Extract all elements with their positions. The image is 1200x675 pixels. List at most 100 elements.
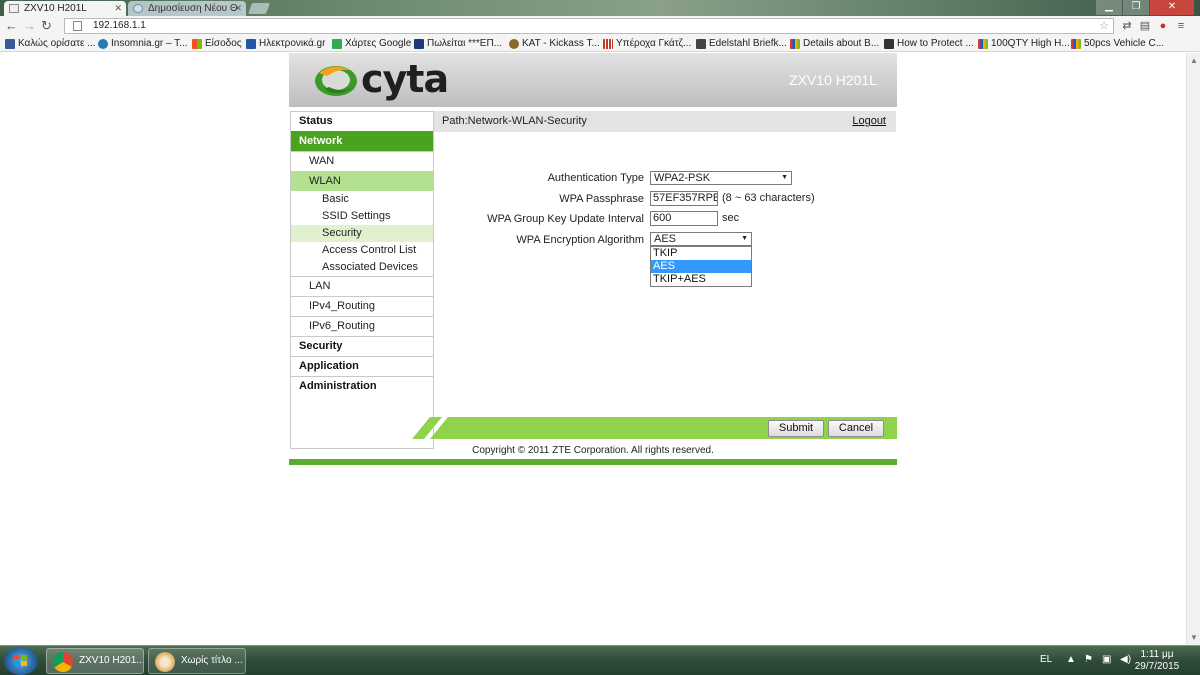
menu-item-status[interactable]: Status [291, 111, 433, 131]
page-scrollbar[interactable]: ▲ ▼ [1186, 53, 1200, 645]
new-tab-button[interactable] [247, 3, 271, 14]
maps-icon [332, 39, 342, 49]
ebay-icon [1071, 39, 1081, 49]
minimize-button[interactable]: ▁ [1096, 0, 1122, 15]
cyta-logo-icon [315, 66, 357, 96]
extension-icon[interactable]: ▤ [1138, 19, 1152, 33]
bookmark-item[interactable]: 50pcs Vehicle C... [1071, 37, 1164, 51]
star-icon[interactable]: ☆ [1099, 19, 1109, 33]
bookmark-item[interactable]: Υπέροχα Γκάτζ... [603, 37, 691, 51]
address-text: 192.168.1.1 [93, 20, 146, 31]
tab-router[interactable]: ZXV10 H201L ✕ [4, 1, 126, 16]
model-name: ZXV10 H201L [789, 72, 877, 88]
translate-icon[interactable]: ⇄ [1120, 19, 1134, 33]
back-arrow-icon[interactable]: ← [5, 18, 18, 34]
scroll-up-icon[interactable]: ▲ [1190, 56, 1198, 65]
submit-button[interactable]: Submit [768, 420, 824, 437]
menu-item-ipv6-routing[interactable]: IPv6_Routing [291, 316, 433, 336]
menu-icon[interactable]: ≡ [1174, 19, 1188, 33]
menu-item-wlan[interactable]: WLAN [291, 171, 433, 191]
group-key-label: WPA Group Key Update Interval [487, 213, 644, 225]
start-button[interactable] [4, 647, 38, 675]
tab-forum-post[interactable]: Δημοσίευση Νέου Θ ✕ [128, 1, 246, 16]
bookmark-item[interactable]: Insomnia.gr – T... [98, 37, 188, 51]
browser-toolbar: ← → ↻ 192.168.1.1 ☆ ⇄ ▤ ● ≡ [0, 16, 1200, 36]
bookmark-item[interactable]: 100QTY High H... [978, 37, 1070, 51]
close-icon[interactable]: ✕ [114, 1, 122, 16]
cyta-logo-text: cyta [361, 57, 449, 101]
network-icon[interactable]: ▣ [1102, 654, 1111, 665]
logout-link[interactable]: Logout [852, 111, 886, 131]
menu-item-network[interactable]: Network [291, 131, 433, 151]
bookmark-item[interactable]: Details about B... [790, 37, 879, 51]
group-key-interval-input[interactable]: 600 [650, 211, 718, 226]
opera-icon[interactable]: ● [1156, 19, 1170, 33]
option-aes[interactable]: AES [651, 260, 751, 273]
show-hidden-icons-icon[interactable]: ▲ [1066, 654, 1076, 665]
insomnia-icon [98, 39, 108, 49]
taskbar-item-paint[interactable]: Χωρίς τίτλο ... [148, 648, 246, 674]
sidebar-menu: Status Network WAN WLAN Basic SSID Setti… [290, 111, 434, 449]
taskbar-item-chrome[interactable]: ZXV10 H201... [46, 648, 144, 674]
action-center-flag-icon[interactable]: ⚑ [1084, 654, 1093, 665]
bookmark-item[interactable]: How to Protect ... [884, 37, 974, 51]
volume-icon[interactable]: ◀) [1120, 654, 1131, 665]
windows-logo-icon [14, 655, 27, 666]
menu-item-ssid-settings[interactable]: SSID Settings [291, 208, 433, 225]
auth-type-select[interactable]: WPA2-PSK ▼ [650, 171, 792, 185]
language-indicator[interactable]: EL [1040, 654, 1052, 665]
menu-item-lan[interactable]: LAN [291, 276, 433, 296]
auth-type-label: Authentication Type [547, 172, 644, 184]
page-icon [73, 21, 82, 31]
windows-taskbar: ZXV10 H201... Χωρίς τίτλο ... EL ▲ ⚑ ▣ ◀… [0, 645, 1200, 675]
chrome-icon [53, 652, 73, 672]
encryption-label: WPA Encryption Algorithm [516, 234, 644, 246]
breadcrumb: Path:Network-WLAN-Security Logout [434, 111, 896, 132]
close-icon[interactable]: ✕ [234, 1, 242, 16]
menu-item-administration[interactable]: Administration [291, 376, 433, 396]
bookmark-item[interactable]: Είσοδος [192, 37, 242, 51]
ebay-icon [790, 39, 800, 49]
action-bar: Submit Cancel [412, 417, 897, 439]
menu-item-wan[interactable]: WAN [291, 151, 433, 171]
menu-item-access-control-list[interactable]: Access Control List [291, 242, 433, 259]
group-key-unit: sec [722, 212, 740, 224]
site-icon [246, 39, 256, 49]
menu-item-application[interactable]: Application [291, 356, 433, 376]
menu-item-basic[interactable]: Basic [291, 191, 433, 208]
site-icon [696, 39, 706, 49]
copyright-text: Copyright © 2011 ZTE Corporation. All ri… [472, 445, 714, 456]
forward-arrow-icon[interactable]: → [23, 18, 36, 34]
scroll-down-icon[interactable]: ▼ [1190, 633, 1198, 642]
maximize-button[interactable]: ❐ [1123, 0, 1149, 15]
encryption-dropdown-list: TKIP AES TKIP+AES [650, 246, 752, 287]
breadcrumb-text: Path:Network-WLAN-Security [442, 115, 587, 127]
option-tkip[interactable]: TKIP [651, 247, 751, 260]
cancel-button[interactable]: Cancel [828, 420, 884, 437]
facebook-icon [5, 39, 15, 49]
tab-title: Δημοσίευση Νέου Θ [148, 3, 238, 14]
menu-item-wlan-security[interactable]: Security [291, 225, 433, 242]
clock-time: 1:11 μμ [1140, 649, 1174, 660]
option-tkip-aes[interactable]: TKIP+AES [651, 273, 751, 286]
browser-titlebar: ZXV10 H201L ✕ Δημοσίευση Νέου Θ ✕ ▁ ❐ ✕ [0, 0, 1200, 16]
passphrase-input[interactable]: 57EF357RPE3 [650, 191, 718, 206]
encryption-select[interactable]: AES ▼ [650, 232, 752, 246]
ebay-icon [978, 39, 988, 49]
address-bar[interactable]: 192.168.1.1 ☆ [64, 18, 1114, 34]
footer-line [289, 459, 897, 465]
bookmark-item[interactable]: Πωλείται ***ΕΠ... [414, 37, 502, 51]
menu-item-ipv4-routing[interactable]: IPv4_Routing [291, 296, 433, 316]
green-stripe-decoration [412, 417, 897, 439]
close-window-button[interactable]: ✕ [1150, 0, 1194, 15]
system-clock[interactable]: 1:11 μμ 29/7/2015 [1132, 649, 1182, 673]
menu-item-associated-devices[interactable]: Associated Devices [291, 259, 433, 276]
bookmark-item[interactable]: Ηλεκτρονικά.gr [246, 37, 325, 51]
menu-item-security[interactable]: Security [291, 336, 433, 356]
bookmark-item[interactable]: KAT - Kickass T... [509, 37, 600, 51]
bookmark-item[interactable]: Edelstahl Briefk... [696, 37, 787, 51]
reload-icon[interactable]: ↻ [41, 18, 52, 34]
bookmark-item[interactable]: Χάρτες Google [332, 37, 411, 51]
page-icon [9, 4, 19, 13]
bookmark-item[interactable]: Καλώς ορίσατε ... [5, 37, 96, 51]
